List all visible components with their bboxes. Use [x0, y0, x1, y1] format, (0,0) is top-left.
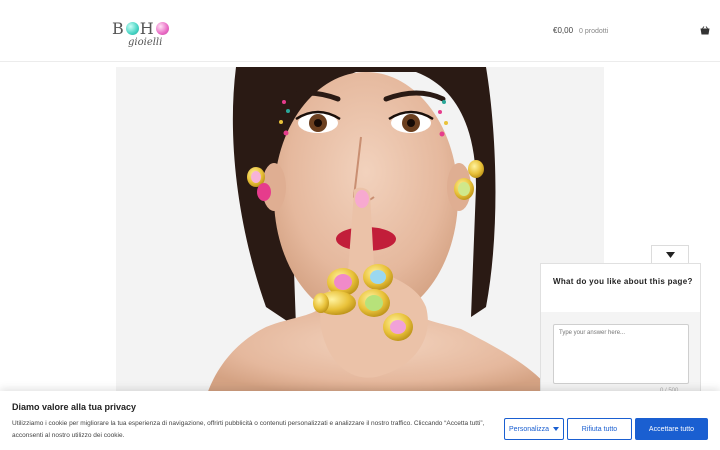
site-header: B H gioielli €0,00 0 prodotti	[0, 0, 720, 62]
basket-icon[interactable]	[700, 26, 710, 35]
reject-all-button[interactable]: Rifiuta tutto	[567, 418, 632, 440]
woman-with-rings-illustration	[116, 67, 604, 397]
feedback-answer-input[interactable]	[553, 324, 689, 384]
chevron-down-icon	[553, 427, 560, 431]
logo-gem-pink-icon	[155, 21, 169, 35]
cookie-title: Diamo valore alla tua privacy	[12, 402, 137, 412]
cart-total: €0,00	[553, 26, 574, 35]
cookie-banner: Diamo valore alla tua privacy Utilizziam…	[0, 391, 720, 450]
customize-button[interactable]: Personalizza	[504, 418, 564, 440]
site-logo[interactable]: B H gioielli	[112, 17, 182, 51]
feedback-collapse-button[interactable]	[651, 245, 689, 264]
feedback-header: What do you like about this page?	[541, 264, 700, 312]
cookie-description: Utilizziamo i cookie per migliorare la t…	[12, 420, 485, 439]
feedback-panel: What do you like about this page?	[540, 263, 701, 393]
logo-letter-h: H	[139, 18, 155, 38]
caret-down-icon	[665, 252, 675, 258]
hero-image	[116, 67, 604, 397]
logo-wordmark: B H	[112, 17, 169, 39]
cart-summary[interactable]: €0,00 0 prodotti	[553, 26, 608, 35]
cart-item-count: 0 prodotti	[579, 28, 609, 35]
feedback-question: What do you like about this page?	[553, 277, 693, 286]
customize-label: Personalizza	[508, 425, 550, 433]
accept-all-button[interactable]: Accettare tutto	[635, 418, 708, 440]
logo-gem-teal-icon	[125, 21, 139, 35]
logo-letter-b: B	[112, 18, 125, 38]
page: B H gioielli €0,00 0 prodotti What do yo…	[0, 0, 720, 450]
logo-subtitle: gioielli	[128, 37, 163, 48]
